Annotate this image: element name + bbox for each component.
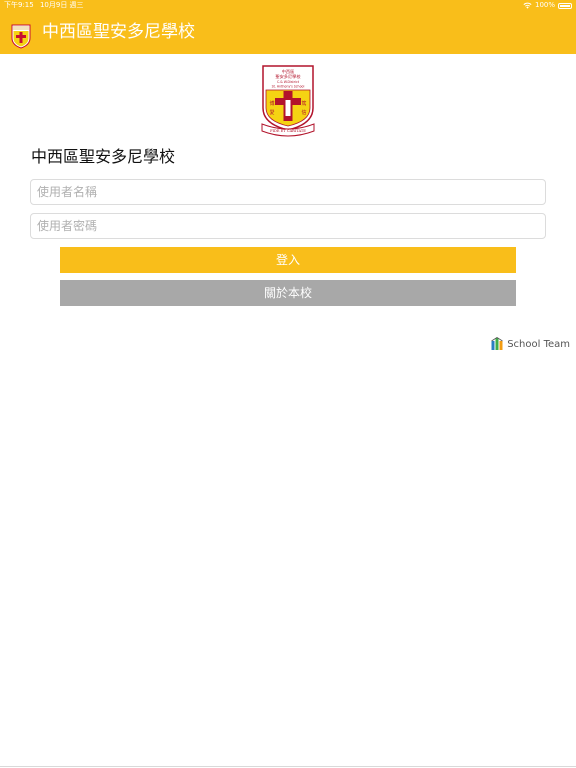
school-team-logo-icon xyxy=(491,337,503,350)
logo-line2: 聖安多尼學校 xyxy=(275,73,301,80)
logo-char-right-bottom: 信 xyxy=(301,109,306,116)
logo-char-left-top: 博 xyxy=(269,100,274,107)
logo-char-left-bottom: 愛 xyxy=(269,109,274,116)
logo-char-right-top: 篤 xyxy=(301,100,306,107)
school-logo: 中西區 聖安多尼學校 C.& W.District St. Anthony's … xyxy=(261,65,315,137)
school-team-text: School Team xyxy=(507,338,570,350)
username-input[interactable] xyxy=(30,179,546,205)
nav-bar: 中西區聖安多尼學校 xyxy=(0,11,576,54)
logo-motto: FIDE ET CARITATE xyxy=(270,129,306,133)
logo-line3: C.& W.District xyxy=(277,80,300,84)
school-name-heading: 中西區聖安多尼學校 xyxy=(31,147,176,166)
school-team-brand: School Team xyxy=(491,337,570,351)
status-time: 下午9:15 xyxy=(4,1,34,9)
status-right: 100% xyxy=(523,0,572,11)
nav-title: 中西區聖安多尼學校 xyxy=(42,22,195,42)
battery-icon xyxy=(558,2,572,9)
battery-percent: 100% xyxy=(534,1,555,9)
school-crest-icon xyxy=(11,24,31,49)
wifi-icon xyxy=(523,2,532,9)
status-date: 10月9日 週三 xyxy=(39,1,84,9)
password-input[interactable] xyxy=(30,213,546,239)
bottom-divider xyxy=(0,766,576,767)
about-school-button[interactable]: 關於本校 xyxy=(60,280,516,306)
logo-line4: St. Anthony's School xyxy=(272,85,305,89)
status-bar: 下午9:15 10月9日 週三 100% xyxy=(0,0,576,11)
status-left: 下午9:15 10月9日 週三 xyxy=(4,0,84,11)
login-button[interactable]: 登入 xyxy=(60,247,516,273)
